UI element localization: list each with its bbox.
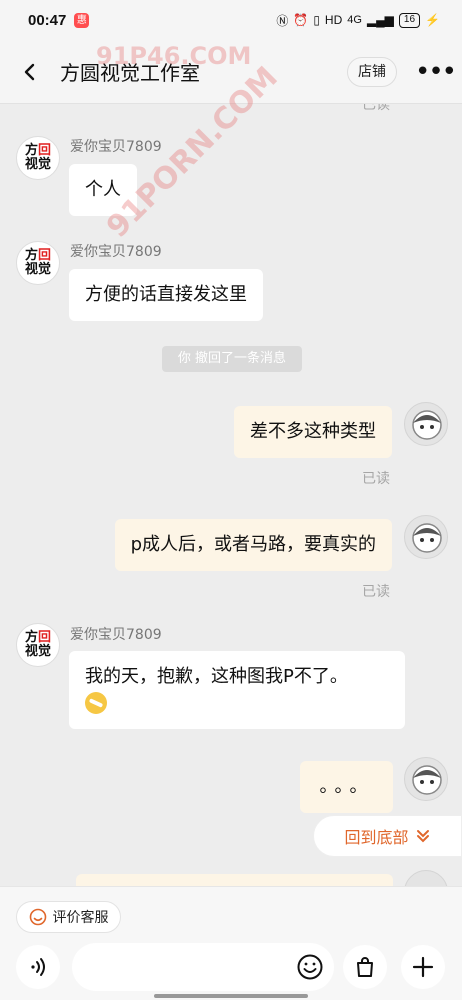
smile-icon [29, 908, 46, 926]
message-list[interactable]: 已读 方回 视觉 爱你宝贝7809 个人 方回 视觉 爱你宝贝7809 方便的话… [0, 104, 462, 886]
shop-avatar[interactable]: 方回 视觉 [16, 241, 60, 285]
add-button[interactable] [401, 945, 445, 989]
back-button[interactable] [0, 40, 60, 104]
signal-icon: ▂▄▆ [366, 13, 394, 27]
voice-icon [31, 958, 45, 976]
scroll-to-bottom-label: 回到底部 [344, 828, 409, 847]
avatar-character-icon [412, 765, 442, 795]
chat-header: 方圆视觉工作室 店铺 ••• [0, 40, 462, 104]
sender-name: 爱你宝贝7809 [70, 244, 162, 260]
alarm-icon: ⏰ [293, 13, 309, 27]
avatar-char: 方 [24, 630, 38, 645]
emoji-icon [297, 954, 323, 980]
page-title: 方圆视觉工作室 [60, 61, 200, 85]
status-bar: 00:47 惠 Ⓝ ⏰ ▯ HD 4G ▂▄▆ 16 ⚡ [0, 0, 462, 40]
shop-avatar[interactable]: 方回 视觉 [16, 623, 60, 667]
avatar-line1: 方回 [25, 144, 51, 158]
avatar-logo-char: 回 [38, 248, 52, 263]
sender-name: 爱你宝贝7809 [70, 139, 162, 155]
sweat-emoji-icon [85, 692, 107, 714]
chevron-left-icon [24, 63, 35, 80]
my-avatar[interactable] [404, 757, 448, 801]
status-time: 00:47 [28, 11, 67, 29]
avatar-line2: 视觉 [24, 262, 51, 277]
more-icon[interactable]: ••• [415, 57, 457, 87]
rate-service-button[interactable]: 评价客服 [16, 901, 121, 933]
my-avatar[interactable] [404, 515, 448, 559]
status-icons: Ⓝ ⏰ ▯ HD 4G ▂▄▆ 16 ⚡ [276, 12, 440, 29]
avatar-character-icon [412, 523, 442, 553]
input-bar: 评价客服 [0, 886, 462, 1000]
battery-level: 16 [398, 12, 421, 28]
sender-name: 爱你宝贝7809 [70, 627, 162, 643]
avatar-line2: 视觉 [24, 644, 51, 659]
read-receipt: 已读 [362, 104, 390, 113]
avatar-logo-char: 回 [38, 630, 52, 645]
nfc-icon: Ⓝ [276, 13, 289, 28]
network-label: 4G [347, 14, 362, 26]
read-receipt: 已读 [362, 471, 390, 487]
voice-button[interactable] [16, 945, 60, 989]
message-bubble[interactable]: 方便的话直接发这里 [69, 269, 263, 321]
avatar-line1: 方回 [25, 249, 51, 263]
charging-icon: ⚡ [425, 13, 440, 27]
avatar-char: 方 [24, 248, 38, 263]
double-chevron-down-icon [416, 830, 429, 843]
message-bubble[interactable]: 。。。 [300, 761, 393, 813]
shop-button[interactable]: 店铺 [347, 57, 397, 87]
avatar-logo-char: 回 [38, 143, 52, 158]
message-bubble[interactable]: 我的天，抱歉，这种图我P不了。 [69, 651, 405, 729]
shopping-bag-button[interactable] [343, 945, 387, 989]
home-indicator [154, 994, 308, 998]
plus-icon [412, 956, 434, 978]
vibrate-icon: ▯ [313, 13, 320, 27]
hd-icon: HD [324, 13, 343, 27]
message-bubble[interactable]: 差不多这种类型 [234, 406, 392, 458]
avatar-line1: 方回 [25, 631, 51, 645]
rate-service-label: 评价客服 [52, 910, 109, 926]
message-bubble[interactable]: p成人后，或者马路，要真实的 [114, 519, 392, 571]
avatar-char: 方 [24, 143, 38, 158]
my-avatar[interactable] [404, 870, 448, 886]
avatar-character-icon [412, 410, 442, 440]
message-bubble-partial[interactable] [76, 874, 393, 886]
emoji-button[interactable] [292, 949, 328, 985]
read-receipt: 已读 [362, 584, 390, 600]
recall-notice: 你 撤回了一条消息 [162, 346, 302, 372]
message-text: 我的天，抱歉，这种图我P不了。 [85, 666, 348, 687]
shop-avatar[interactable]: 方回 视觉 [16, 136, 60, 180]
avatar-line2: 视觉 [24, 157, 51, 172]
shopping-bag-icon [357, 957, 373, 977]
app-notification-icon: 惠 [74, 12, 90, 28]
scroll-to-bottom-button[interactable]: 回到底部 [313, 815, 462, 857]
my-avatar[interactable] [404, 402, 448, 446]
message-bubble[interactable]: 个人 [69, 164, 137, 216]
